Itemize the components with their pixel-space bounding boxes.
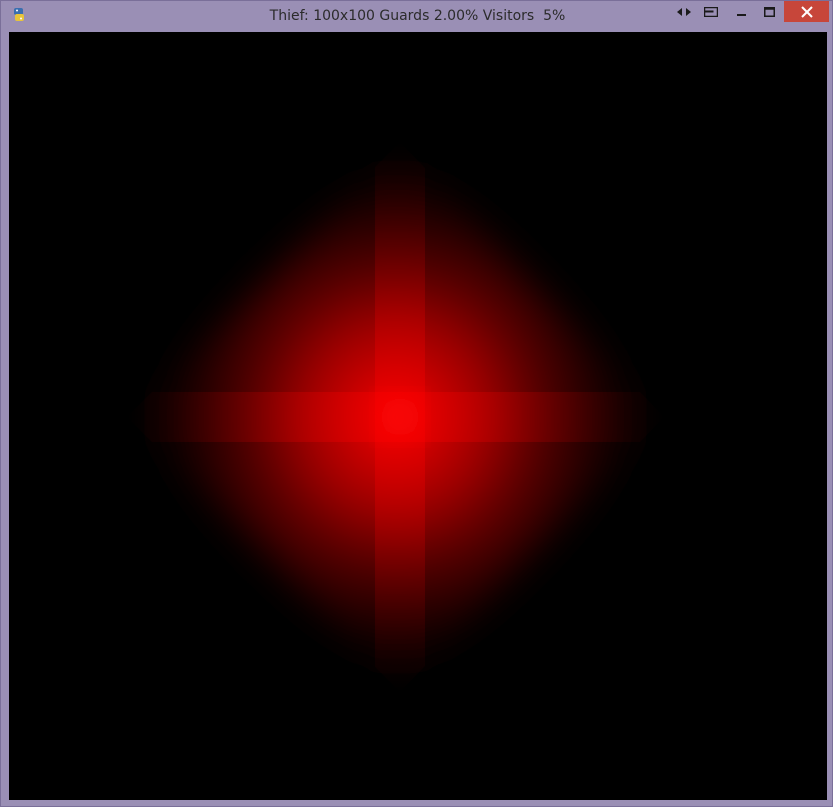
maximize-button[interactable]	[756, 1, 782, 23]
python-snake-icon[interactable]	[11, 7, 27, 23]
minimize-icon	[737, 7, 747, 17]
maximize-icon	[763, 7, 775, 17]
minimize-button[interactable]	[729, 1, 755, 23]
close-button[interactable]	[784, 1, 829, 22]
resize-arrows-button[interactable]	[671, 1, 697, 23]
close-icon	[800, 5, 813, 18]
heat-core	[378, 395, 422, 439]
resize-arrows-icon	[677, 7, 691, 17]
title-bar[interactable]: Thief: 100x100 Guards 2.00% Visitors 5%	[1, 1, 833, 32]
heatmap-canvas[interactable]	[9, 32, 827, 800]
heatmap-visualization	[127, 142, 664, 692]
snap-layout-button[interactable]	[698, 1, 724, 23]
app-window: Thief: 100x100 Guards 2.00% Visitors 5%	[0, 0, 833, 807]
snap-layout-icon	[704, 7, 718, 17]
